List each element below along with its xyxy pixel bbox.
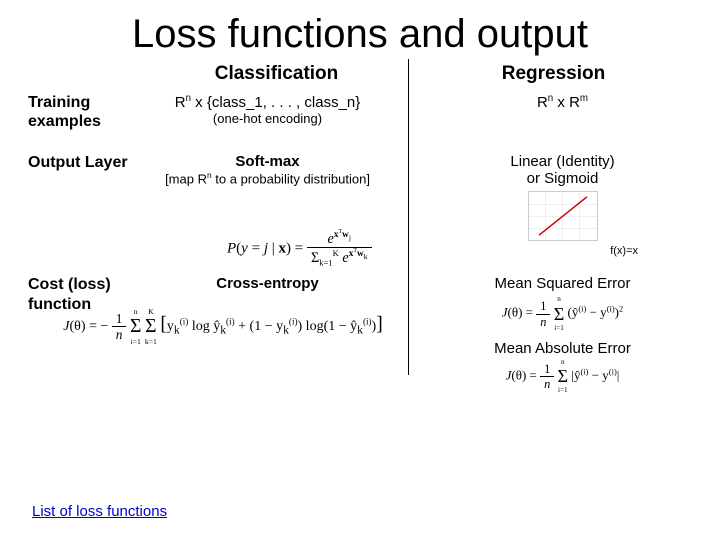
training-classification: Rn x {class_1, . . . , class_n} (one-hot… [138,93,415,126]
mse-label: Mean Squared Error [433,275,692,292]
output-classification: Soft-max [map Rn to a probability distri… [138,153,415,234]
softmax-formula: P(y = j | x) = exTwj Σk=1K exTwk [223,227,376,271]
softmax-heading: Soft-max [138,153,397,170]
col-header-regression: Regression [415,63,692,85]
column-headers: Classification Regression [28,63,692,85]
training-class-sub: (one-hot encoding) [138,111,397,126]
training-class-main: Rn x {class_1, . . . , class_n} [138,93,397,111]
cross-entropy-formula: J(θ) = − 1n nΣi=1 KΣk=1 [yk(i) log ŷk(i)… [28,308,418,345]
cost-classification: Cross-entropy [138,275,415,292]
training-regression: Rn x Rm [415,93,692,111]
slide-title: Loss functions and output [28,12,692,57]
regression-sigmoid: or Sigmoid [433,170,692,187]
identity-plot [528,191,598,241]
col-header-classification: Classification [138,63,415,85]
row-label-training: Training examples [28,93,138,131]
cost-regression: Mean Squared Error J(θ) = 1n nΣi=1 (ŷ(i)… [415,275,692,394]
row-training-examples: Training examples Rn x {class_1, . . . ,… [28,93,692,131]
softmax-sub: [map Rn to a probability distribution] [138,170,397,186]
mae-formula: J(θ) = 1n nΣi=1 |ŷ(i) − y(i)| [433,359,692,394]
mae-label: Mean Absolute Error [433,340,692,357]
loss-functions-link[interactable]: List of loss functions [32,503,167,520]
output-regression: Linear (Identity) or Sigmoid [415,153,692,241]
row-label-output: Output Layer [28,153,138,172]
mse-formula: J(θ) = 1n nΣi=1 (ŷ(i) − y(i))2 [433,296,692,331]
regression-linear: Linear (Identity) [433,153,692,170]
column-divider [408,59,409,375]
cross-entropy-label: Cross-entropy [138,275,397,292]
